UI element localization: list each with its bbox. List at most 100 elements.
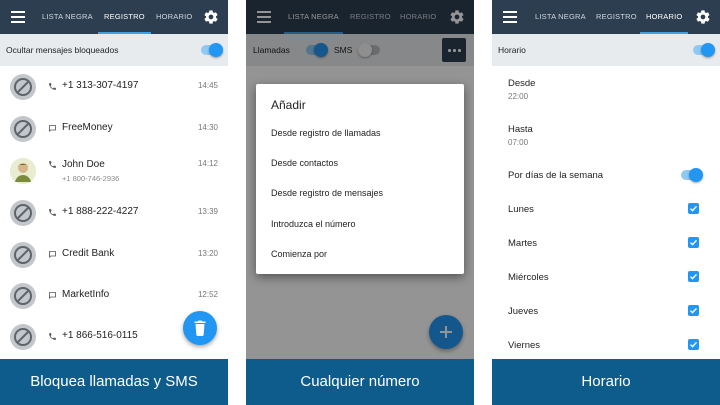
weekdays-toggle[interactable] [681,168,703,182]
app-bar: LISTA NEGRA REGISTRO HORARIO [492,0,720,34]
tab-schedule[interactable]: HORARIO [640,0,689,34]
tab-log[interactable]: REGISTRO [596,0,637,34]
block-icon [14,287,32,305]
contact-avatar [10,158,36,184]
hide-blocked-messages-toggle[interactable] [201,43,223,57]
day-label-wednesday: Miércoles [508,272,549,283]
wednesday-checkbox[interactable] [688,271,699,282]
caption-schedule: Horario [492,359,720,405]
phone-icon [49,161,56,168]
block-icon [14,204,32,222]
menu-item-enter-number[interactable]: Introduzca el número [271,219,356,229]
row-time: 14:12 [197,159,218,168]
tab-blacklist[interactable]: LISTA NEGRA [535,0,586,34]
tab-label: LISTA NEGRA [535,12,586,21]
tab-label: HORARIO [156,12,193,21]
message-icon [49,251,56,259]
from-label[interactable]: Desde [508,78,535,89]
row-time: 14:45 [197,81,218,90]
menu-item-starts-with[interactable]: Comienza por [271,249,327,259]
blocked-avatar [10,283,36,309]
menu-item-from-contacts[interactable]: Desde contactos [271,158,338,168]
delete-all-button[interactable] [183,311,217,345]
row-title: +1 313-307-4197 [62,80,139,91]
day-label-thursday: Jueves [508,306,539,317]
row-time: 14:30 [197,123,218,132]
caption-any-number: Cualquier número [246,359,474,405]
panel-log: LISTA NEGRA REGISTRO HORARIO Ocultar men… [0,0,228,405]
contact-photo-icon [10,158,36,184]
dialog-title: Añadir [271,98,306,112]
schedule-toggle[interactable] [693,43,715,57]
row-title: Credit Bank [62,248,115,259]
gear-icon[interactable] [203,9,219,25]
add-dialog: Añadir Desde registro de llamadas Desde … [256,84,464,274]
hide-blocked-messages-label: Ocultar mensajes bloqueados [6,45,119,55]
panel-schedule: LISTA NEGRA REGISTRO HORARIO Horario Des… [492,0,720,405]
check-icon [690,205,698,212]
tab-label: HORARIO [646,12,683,21]
list-item[interactable]: Credit Bank 13:20 [0,234,228,276]
panel-add-number: LISTA NEGRA REGISTRO HORARIO Llamadas SM… [246,0,474,405]
row-time: 12:52 [197,290,218,299]
tuesday-checkbox[interactable] [688,237,699,248]
gear-icon[interactable] [695,9,711,25]
to-value: 07:00 [508,138,529,147]
from-value: 22:00 [508,92,529,101]
blocked-avatar [10,74,36,100]
tab-log[interactable]: REGISTRO [98,0,151,34]
row-title: FreeMoney [62,122,113,133]
phone-icon [49,333,56,340]
row-title: +1 866-516-0115 [62,330,138,341]
monday-checkbox[interactable] [688,203,699,214]
row-title: John Doe [62,159,105,170]
schedule-bar: Horario [492,34,720,66]
check-icon [690,273,698,280]
day-label-tuesday: Martes [508,238,538,249]
day-label-friday: Viernes [508,340,541,351]
list-item[interactable]: FreeMoney 14:30 [0,108,228,150]
blocked-avatar [10,116,36,142]
check-icon [690,307,698,314]
row-time: 13:39 [197,207,218,216]
day-label-monday: Lunes [508,204,534,215]
list-item[interactable]: John Doe +1 800-746-2936 14:12 [0,150,228,192]
row-subtitle: +1 800-746-2936 [62,174,120,183]
check-icon [690,239,698,246]
blocked-avatar [10,324,36,350]
trash-icon [194,320,206,336]
block-icon [14,120,32,138]
block-icon [14,328,32,346]
menu-item-from-message-log[interactable]: Desde registro de mensajes [271,188,383,198]
block-icon [14,78,32,96]
block-icon [14,246,32,264]
phone-icon [49,209,56,216]
friday-checkbox[interactable] [688,339,699,350]
to-label[interactable]: Hasta [508,124,533,135]
list-item[interactable]: +1 313-307-4197 14:45 [0,66,228,108]
menu-item-from-call-log[interactable]: Desde registro de llamadas [271,128,381,138]
tab-blacklist[interactable]: LISTA NEGRA [42,0,93,34]
blocked-avatar [10,242,36,268]
blocked-avatar [10,200,36,226]
hamburger-menu-icon[interactable] [503,11,517,23]
app-bar: LISTA NEGRA REGISTRO HORARIO [0,0,228,34]
hamburger-menu-icon[interactable] [11,11,25,23]
screenshot-collage: LISTA NEGRA REGISTRO HORARIO Ocultar men… [0,0,720,405]
schedule-label: Horario [498,45,526,55]
tab-label: REGISTRO [596,12,637,21]
caption-block-calls-sms: Bloquea llamadas y SMS [0,359,228,405]
row-time: 13:20 [197,249,218,258]
row-title: +1 888-222-4227 [62,206,139,217]
message-icon [49,292,56,300]
list-item[interactable]: +1 888-222-4227 13:39 [0,192,228,234]
tab-label: REGISTRO [104,12,145,21]
tab-label: LISTA NEGRA [42,12,93,21]
tab-schedule[interactable]: HORARIO [156,0,192,34]
weekdays-label: Por días de la semana [508,170,604,181]
message-icon [49,125,56,133]
hide-blocked-messages-bar: Ocultar mensajes bloqueados [0,34,228,66]
thursday-checkbox[interactable] [688,305,699,316]
check-icon [690,341,698,348]
phone-icon [49,83,56,90]
